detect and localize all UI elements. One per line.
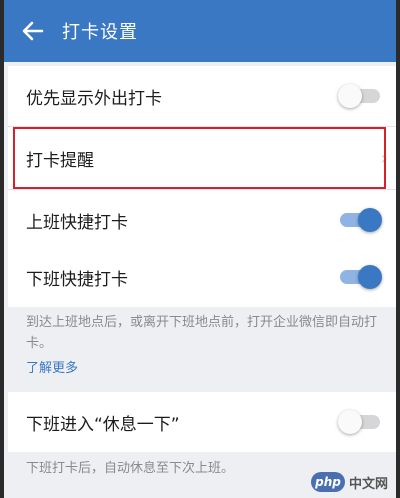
learn-more-link[interactable]: 了解更多 [26,358,382,379]
setting-label: 优先显示外出打卡 [26,88,162,109]
setting-show-outgoing: 优先显示外出打卡 [8,66,396,126]
arrow-left-icon [22,21,44,41]
setting-label: 下班快捷打卡 [26,269,128,290]
quick-punch-description: 到达上班地点后，或离开下班地点前，打开企业微信即自动打卡。 了解更多 [8,312,396,379]
watermark-badge: php [310,472,345,492]
watermark-text: 中文网 [348,476,388,492]
setting-quick-out: 下班快捷打卡 [8,247,396,307]
toggle-knob [338,84,362,108]
quick-in-toggle[interactable] [338,207,382,233]
watermark: php 中文网 [310,472,388,492]
app-screen: 打卡设置 优先显示外出打卡 打卡提醒 › 上班快捷打卡 下班快捷打卡 到达上班地… [0,0,400,498]
quick-out-toggle[interactable] [338,264,382,290]
setting-label: 下班进入“休息一下” [26,414,180,435]
page-title: 打卡设置 [62,22,138,43]
toggle-knob [358,265,382,289]
setting-label: 上班快捷打卡 [26,212,128,233]
top-bar: 打卡设置 [4,0,396,62]
setting-label: 打卡提醒 [26,150,94,171]
toggle-knob [358,208,382,232]
toggle-knob [338,410,362,434]
back-button[interactable] [4,0,62,62]
show-outgoing-toggle[interactable] [338,83,382,109]
setting-rest-mode: 下班进入“休息一下” [8,392,396,452]
rest-mode-toggle[interactable] [338,409,382,435]
chevron-right-icon: › [380,147,388,169]
setting-quick-in: 上班快捷打卡 [8,190,396,250]
note-text: 到达上班地点后，或离开下班地点前，打开企业微信即自动打卡。 [26,315,378,351]
setting-reminder[interactable]: 打卡提醒 › [8,127,396,189]
